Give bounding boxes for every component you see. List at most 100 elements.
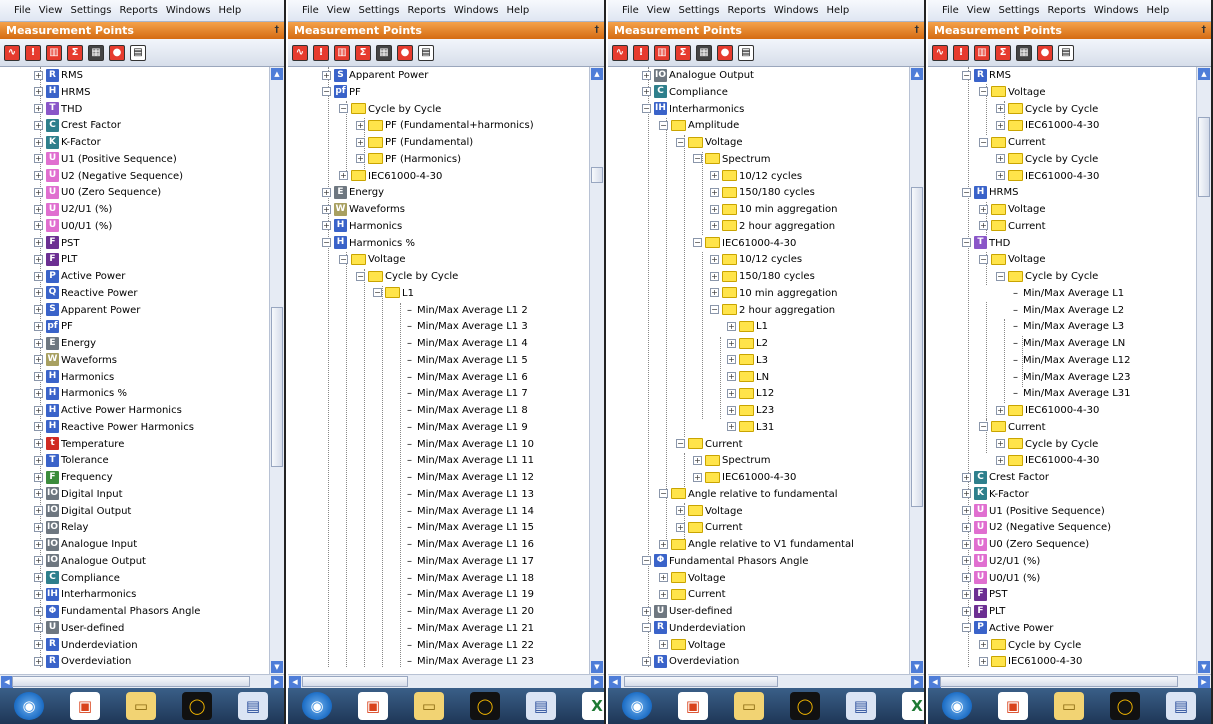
tree-row[interactable]: + IEC61000-4-30 [693, 470, 796, 486]
expand-toggle-icon[interactable]: + [996, 171, 1005, 180]
taskbar-app-ring-icon[interactable]: ◯ [1110, 692, 1140, 720]
expand-toggle-icon[interactable]: + [727, 388, 736, 398]
expand-toggle-icon[interactable]: + [34, 405, 43, 415]
tree-row[interactable]: + pf PF [34, 319, 73, 335]
expand-toggle-icon[interactable]: + [339, 171, 348, 180]
expand-toggle-icon[interactable]: + [996, 154, 1005, 164]
menu-item-file[interactable]: File [302, 5, 319, 16]
tree-row[interactable]: – Min/Max Average L3 [1013, 319, 1124, 335]
tree-row[interactable]: – Min/Max Average L23 [1013, 370, 1131, 386]
alarm-icon[interactable]: ! [313, 45, 329, 61]
tree-row[interactable]: + K K-Factor [962, 487, 1029, 503]
tree-row[interactable]: + U U2 (Negative Sequence) [962, 520, 1111, 536]
tree-row[interactable]: – Min/Max Average L1 [1013, 286, 1124, 302]
menu-item-view[interactable]: View [327, 5, 351, 16]
vertical-scrollbar[interactable]: ▲ ▼ [909, 67, 924, 674]
tree-row[interactable]: + K K-Factor [34, 135, 101, 151]
expand-toggle-icon[interactable]: + [34, 154, 43, 164]
sigma-icon[interactable]: Σ [355, 45, 371, 61]
tree-row[interactable]: + Current [676, 520, 743, 536]
taskbar-document-icon[interactable]: ▤ [1166, 692, 1196, 720]
expand-toggle-icon[interactable]: + [34, 472, 43, 482]
tree-row[interactable]: +10 min aggregation [710, 286, 837, 302]
expand-toggle-icon[interactable]: + [34, 388, 43, 398]
menu-item-reports[interactable]: Reports [727, 5, 765, 16]
tree-row[interactable]: + U U1 (Positive Sequence) [962, 504, 1105, 520]
tree-row[interactable]: – Min/Max Average L1 8 [407, 403, 528, 419]
tree-row[interactable]: +10 min aggregation [710, 202, 837, 218]
collapse-toggle-icon[interactable]: − [339, 104, 348, 113]
tree-row[interactable]: + S Apparent Power [34, 303, 140, 319]
calendar-grid-icon[interactable]: ▦ [376, 45, 392, 61]
tree-row[interactable]: + U U0 (Zero Sequence) [34, 185, 161, 201]
tree-row[interactable]: + H Reactive Power Harmonics [34, 420, 194, 436]
collapse-toggle-icon[interactable]: − [693, 238, 702, 247]
expand-toggle-icon[interactable]: + [34, 187, 43, 197]
expand-toggle-icon[interactable]: + [710, 271, 719, 281]
scroll-down-arrow-icon[interactable]: ▼ [591, 661, 603, 673]
expand-toggle-icon[interactable]: + [34, 455, 43, 465]
expand-toggle-icon[interactable]: + [962, 489, 971, 499]
menu-item-settings[interactable]: Settings [678, 5, 719, 16]
tree-row[interactable]: + Cycle by Cycle [996, 437, 1098, 453]
tree-row[interactable]: − R RMS [962, 68, 1011, 84]
tree-row[interactable]: + Voltage [676, 504, 743, 520]
tree-row[interactable]: + T THD [34, 102, 82, 118]
tree-row[interactable]: + U U0 (Zero Sequence) [962, 537, 1089, 553]
tree-row[interactable]: + L31 [727, 420, 774, 436]
tree-row[interactable]: + C Crest Factor [962, 470, 1049, 486]
alarm-icon[interactable]: ! [633, 45, 649, 61]
menu-item-help[interactable]: Help [218, 5, 241, 16]
collapse-toggle-icon[interactable]: − [339, 254, 348, 264]
expand-toggle-icon[interactable]: + [34, 70, 43, 80]
expand-toggle-icon[interactable]: + [727, 338, 736, 348]
expand-toggle-icon[interactable]: + [34, 87, 43, 97]
tree-row[interactable]: + Cycle by Cycle [979, 638, 1081, 654]
menu-item-file[interactable]: File [942, 5, 959, 16]
collapse-toggle-icon[interactable]: − [693, 154, 702, 164]
expand-toggle-icon[interactable]: + [642, 606, 651, 616]
tree-row[interactable]: – Min/Max Average L1 21 [407, 621, 534, 637]
expand-toggle-icon[interactable]: + [34, 439, 43, 448]
pin-icon[interactable]: † [275, 22, 280, 39]
bar-chart-icon[interactable]: ▥ [654, 45, 670, 61]
tree-row[interactable]: + L3 [727, 353, 768, 369]
scroll-down-arrow-icon[interactable]: ▼ [911, 661, 923, 673]
tree-row[interactable]: + U U2/U1 (%) [962, 554, 1040, 570]
expand-toggle-icon[interactable]: + [676, 506, 685, 515]
expand-toggle-icon[interactable]: + [962, 573, 971, 582]
expand-toggle-icon[interactable]: + [962, 522, 971, 532]
expand-toggle-icon[interactable]: + [962, 506, 971, 515]
vertical-scrollbar[interactable]: ▲ ▼ [269, 67, 284, 674]
tree-row[interactable]: − Φ Fundamental Phasors Angle [642, 554, 808, 570]
expand-toggle-icon[interactable]: + [710, 288, 719, 298]
tree-row[interactable]: – Min/Max Average L2 [1013, 303, 1124, 319]
tree-row[interactable]: + F PLT [34, 252, 77, 268]
collapse-toggle-icon[interactable]: − [962, 623, 971, 633]
expand-toggle-icon[interactable]: + [727, 422, 736, 432]
scroll-down-arrow-icon[interactable]: ▼ [271, 661, 283, 673]
expand-toggle-icon[interactable]: + [34, 372, 43, 381]
record-icon[interactable]: ● [109, 45, 125, 61]
expand-toggle-icon[interactable]: + [34, 623, 43, 633]
collapse-toggle-icon[interactable]: − [962, 70, 971, 80]
tree-row[interactable]: + R Overdeviation [642, 654, 739, 670]
horizontal-scroll-thumb[interactable] [940, 676, 1178, 687]
record-icon[interactable]: ● [1037, 45, 1053, 61]
expand-toggle-icon[interactable]: + [34, 288, 43, 298]
tree-row[interactable]: – Min/Max Average L1 7 [407, 386, 528, 402]
tree-row[interactable]: + T Tolerance [34, 453, 109, 469]
expand-toggle-icon[interactable]: + [962, 556, 971, 566]
tree-row[interactable]: – Min/Max Average L1 13 [407, 487, 534, 503]
tree-row[interactable]: + t Temperature [34, 437, 124, 453]
tree-row[interactable]: +2 hour aggregation [710, 219, 835, 235]
tree-row[interactable]: + IO Digital Input [34, 487, 123, 503]
tree-row[interactable]: − Cycle by Cycle [996, 269, 1098, 285]
collapse-toggle-icon[interactable]: − [979, 422, 988, 432]
menu-item-help[interactable]: Help [1146, 5, 1169, 16]
collapse-toggle-icon[interactable]: − [659, 120, 668, 130]
vertical-scrollbar[interactable]: ▲ ▼ [589, 67, 604, 674]
tree-row[interactable]: + IEC61000-4-30 [996, 169, 1099, 185]
horizontal-scroll-thumb[interactable] [12, 676, 250, 687]
tree-row[interactable]: + L1 [727, 319, 768, 335]
